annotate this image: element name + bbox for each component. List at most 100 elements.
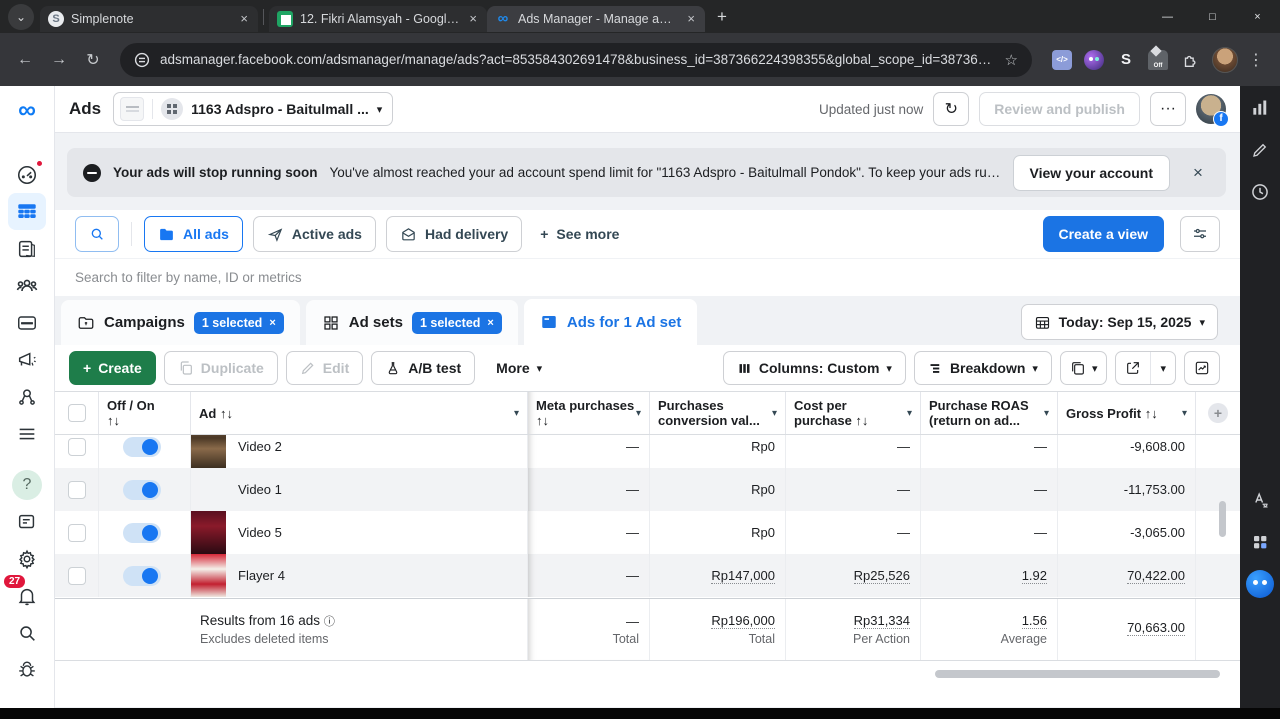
columns-button[interactable]: Columns: Custom ▾ xyxy=(723,351,906,385)
reload-icon[interactable]: ↻ xyxy=(78,45,108,75)
code-extension-icon[interactable]: </> xyxy=(1052,50,1072,70)
table-row[interactable]: Video 2 — Rp0 — — -9,608.00 xyxy=(55,435,1240,468)
chevron-down-icon[interactable]: ▾ xyxy=(772,408,777,419)
select-all-checkbox[interactable] xyxy=(55,392,99,434)
tab-search-icon[interactable]: ⌄ xyxy=(8,4,34,30)
header-ad[interactable]: Ad ↑↓ ▾ xyxy=(191,392,528,434)
ad-cell[interactable]: Video 5 xyxy=(191,511,528,554)
view-account-button[interactable]: View your account xyxy=(1013,155,1170,191)
row-checkbox[interactable] xyxy=(55,435,99,468)
ad-name[interactable]: Video 1 xyxy=(238,482,282,497)
table-row[interactable]: Video 1 — Rp0 — — -11,753.00 xyxy=(55,468,1240,511)
sidebar-item-settings[interactable] xyxy=(8,540,46,577)
browser-profile-avatar[interactable] xyxy=(1212,47,1238,73)
filter-all-ads[interactable]: All ads xyxy=(144,216,243,252)
sidebar-item-search[interactable] xyxy=(8,614,46,651)
compose-pencil-icon[interactable] xyxy=(1246,136,1274,164)
header-purchases-conversion-value[interactable]: Purchasesconversion val... ▾ xyxy=(650,392,786,434)
review-publish-button[interactable]: Review and publish xyxy=(979,92,1140,126)
create-button[interactable]: + Create xyxy=(69,351,156,385)
sidebar-item-help[interactable]: ? xyxy=(8,466,46,503)
chevron-down-icon[interactable]: ▾ xyxy=(1182,408,1187,419)
maximize-button[interactable]: □ xyxy=(1190,0,1235,33)
adsets-selected-badge[interactable]: 1 selected × xyxy=(412,312,502,334)
ad-cell[interactable]: Video 2 xyxy=(191,435,528,468)
extensions-puzzle-icon[interactable] xyxy=(1180,50,1200,70)
ad-cell[interactable]: Video 1 xyxy=(191,468,528,511)
close-button[interactable]: × xyxy=(1235,0,1280,33)
ai-assistant-icon[interactable] xyxy=(1246,570,1274,598)
translate-icon[interactable] xyxy=(1246,486,1274,514)
history-clock-icon[interactable] xyxy=(1246,178,1274,206)
apps-grid-icon[interactable] xyxy=(1246,528,1274,556)
browser-tab-ads-manager[interactable]: ∞ Ads Manager - Manage ads - A × xyxy=(487,6,705,32)
monica-extension-icon[interactable] xyxy=(1084,50,1104,70)
campaigns-selected-badge[interactable]: 1 selected × xyxy=(194,312,284,334)
add-column-button[interactable]: + xyxy=(1196,392,1240,434)
tab-campaigns[interactable]: Campaigns 1 selected × xyxy=(61,300,300,345)
create-view-button[interactable]: Create a view xyxy=(1043,216,1165,252)
ad-cell[interactable]: Flayer 4 xyxy=(191,554,528,597)
ad-status-toggle[interactable] xyxy=(99,554,191,597)
tab-ads[interactable]: Ads for 1 Ad set xyxy=(524,299,697,345)
sidebar-item-assets[interactable] xyxy=(8,378,46,415)
sidebar-item-campaigns[interactable] xyxy=(8,193,46,230)
filter-had-delivery[interactable]: Had delivery xyxy=(386,216,522,252)
analytics-icon[interactable] xyxy=(1246,94,1274,122)
browser-menu-icon[interactable]: ⋮ xyxy=(1242,50,1270,70)
reports-button[interactable]: ▾ xyxy=(1060,351,1108,385)
header-gross-profit[interactable]: Gross Profit ↑↓ ▾ xyxy=(1058,392,1196,434)
tab-close-icon[interactable]: × xyxy=(685,11,697,26)
chevron-down-icon[interactable]: ▾ xyxy=(636,408,641,419)
chevron-down-icon[interactable]: ▾ xyxy=(1044,408,1049,419)
sidebar-item-audiences[interactable] xyxy=(8,267,46,304)
row-checkbox[interactable] xyxy=(55,554,99,597)
duplicate-button[interactable]: Duplicate xyxy=(164,351,278,385)
more-button[interactable]: More ▾ xyxy=(483,351,555,385)
sidebar-item-account-overview[interactable] xyxy=(8,156,46,193)
breakdown-button[interactable]: Breakdown ▾ xyxy=(914,351,1052,385)
date-range-selector[interactable]: Today: Sep 15, 2025 ▾ xyxy=(1021,304,1218,340)
chevron-down-icon[interactable]: ▾ xyxy=(907,408,912,419)
refresh-button[interactable]: ↻ xyxy=(933,92,969,126)
edit-button[interactable]: Edit xyxy=(286,351,363,385)
sidebar-item-updates[interactable] xyxy=(8,503,46,540)
header-off-on[interactable]: Off / On↑↓ xyxy=(99,392,191,434)
clear-selection-icon[interactable]: × xyxy=(269,317,275,329)
more-options-button[interactable]: ··· xyxy=(1150,92,1186,126)
table-row[interactable]: Video 5 — Rp0 — — -3,065.00 xyxy=(55,511,1240,554)
ad-name[interactable]: Video 2 xyxy=(238,439,282,454)
browser-tab-simplenote[interactable]: S Simplenote × xyxy=(40,6,258,32)
tab-close-icon[interactable]: × xyxy=(467,11,479,26)
account-selector[interactable]: 1163 Adspro - Baitulmall ... ▾ xyxy=(113,92,393,126)
forward-icon[interactable]: → xyxy=(44,45,74,75)
table-row[interactable]: Flayer 4 — Rp147,000 Rp25,526 1.92 70,42… xyxy=(55,554,1240,597)
sidebar-item-billing[interactable] xyxy=(8,304,46,341)
search-filter-button[interactable] xyxy=(75,216,119,252)
sidebar-item-advertise[interactable] xyxy=(8,341,46,378)
back-icon[interactable]: ← xyxy=(10,45,40,75)
info-icon[interactable]: ⓘ xyxy=(324,616,335,628)
tab-close-icon[interactable]: × xyxy=(238,11,250,26)
bookmark-star-icon[interactable]: ☆ xyxy=(1005,51,1018,69)
ad-name[interactable]: Video 5 xyxy=(238,525,282,540)
user-avatar[interactable] xyxy=(1196,94,1226,124)
see-more-filters[interactable]: + See more xyxy=(532,226,627,242)
site-settings-icon[interactable] xyxy=(134,52,150,68)
ad-status-toggle[interactable] xyxy=(99,468,191,511)
vertical-scrollbar[interactable] xyxy=(1219,501,1226,537)
meta-logo[interactable]: ∞ xyxy=(18,90,36,130)
tab-ad-sets[interactable]: Ad sets 1 selected × xyxy=(306,300,518,345)
header-cost-per-purchase[interactable]: Cost perpurchase ↑↓ ▾ xyxy=(786,392,921,434)
new-tab-button[interactable]: + xyxy=(717,7,727,27)
chevron-down-icon[interactable]: ▾ xyxy=(514,408,519,419)
address-bar[interactable]: adsmanager.facebook.com/adsmanager/manag… xyxy=(120,43,1032,77)
charts-button[interactable] xyxy=(1184,351,1220,385)
ad-status-toggle[interactable] xyxy=(99,511,191,554)
browser-tab-sheets[interactable]: 12. Fikri Alamsyah - Google She × xyxy=(269,6,487,32)
horizontal-scrollbar[interactable] xyxy=(935,670,1220,678)
row-checkbox[interactable] xyxy=(55,468,99,511)
sidebar-item-notifications[interactable]: 27 xyxy=(8,577,46,614)
sidebar-item-report-bug[interactable] xyxy=(8,651,46,688)
export-button[interactable]: ▾ xyxy=(1115,351,1176,385)
